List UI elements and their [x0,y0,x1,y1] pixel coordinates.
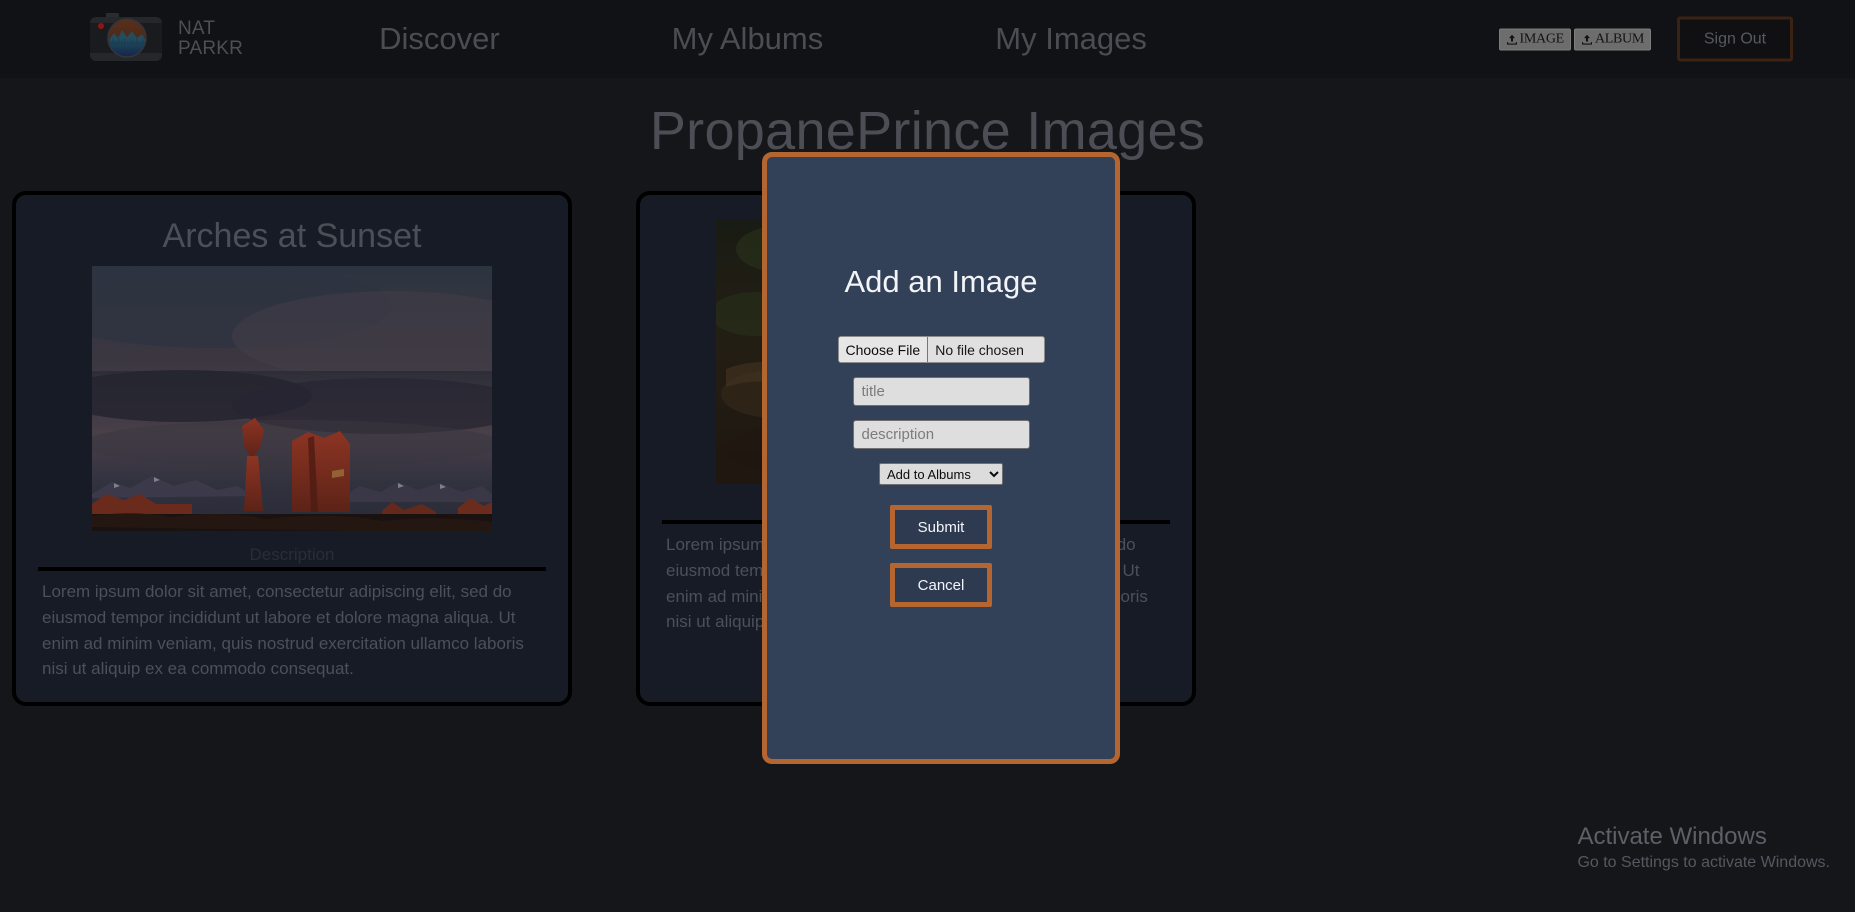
nav-actions: IMAGE ALBUM Sign Out [1498,16,1793,62]
image-card[interactable]: Arches at Sunset Description Lorem ipsum… [12,191,572,706]
brand-name: NAT PARKR [178,18,244,59]
upload-button-group: IMAGE ALBUM [1498,28,1651,50]
choose-file-button[interactable]: Choose File [838,337,929,362]
upload-icon [1506,34,1517,45]
submit-button[interactable]: Submit [890,505,992,549]
upload-album-button[interactable]: ALBUM [1573,28,1651,50]
camera-logo-icon [90,13,162,61]
watermark-title: Activate Windows [1577,823,1767,850]
sign-out-button[interactable]: Sign Out [1677,16,1793,62]
description-input[interactable] [852,420,1030,449]
divider [38,567,546,571]
upload-image-label: IMAGE [1519,31,1565,46]
nav-link-my-albums[interactable]: My Albums [672,21,824,57]
title-input[interactable] [852,377,1030,406]
upload-icon [1581,34,1592,45]
nav-links: Discover My Albums My Images [379,21,1147,57]
add-image-modal: Add an Image Choose File No file chosen … [762,152,1120,764]
upload-album-label: ALBUM [1594,31,1644,46]
arches-balanced-rock-photo [92,266,492,531]
modal-title: Add an Image [844,264,1038,299]
image-card-title: Arches at Sunset [162,217,422,255]
watermark-subtitle: Go to Settings to activate Windows. [1577,854,1830,871]
nav-link-discover[interactable]: Discover [379,21,500,57]
windows-activation-watermark: Activate Windows Go to Settings to activ… [1577,823,1830,872]
brand-logo[interactable]: NAT PARKR [84,11,243,67]
add-image-form: Choose File No file chosen Add to Albums… [767,336,1115,607]
image-card-description-heading: Description [249,545,335,564]
upload-image-button[interactable]: IMAGE [1498,28,1571,50]
file-upload-input[interactable]: Choose File No file chosen [837,336,1045,363]
cancel-button[interactable]: Cancel [890,563,992,607]
file-status-label: No file chosen [935,341,1024,358]
nav-link-my-images[interactable]: My Images [995,21,1147,57]
top-navbar: NAT PARKR Discover My Albums My Images I… [0,0,1855,78]
album-select[interactable]: Add to Albums [879,463,1003,485]
image-card-description: Lorem ipsum dolor sit amet, consectetur … [42,582,524,679]
